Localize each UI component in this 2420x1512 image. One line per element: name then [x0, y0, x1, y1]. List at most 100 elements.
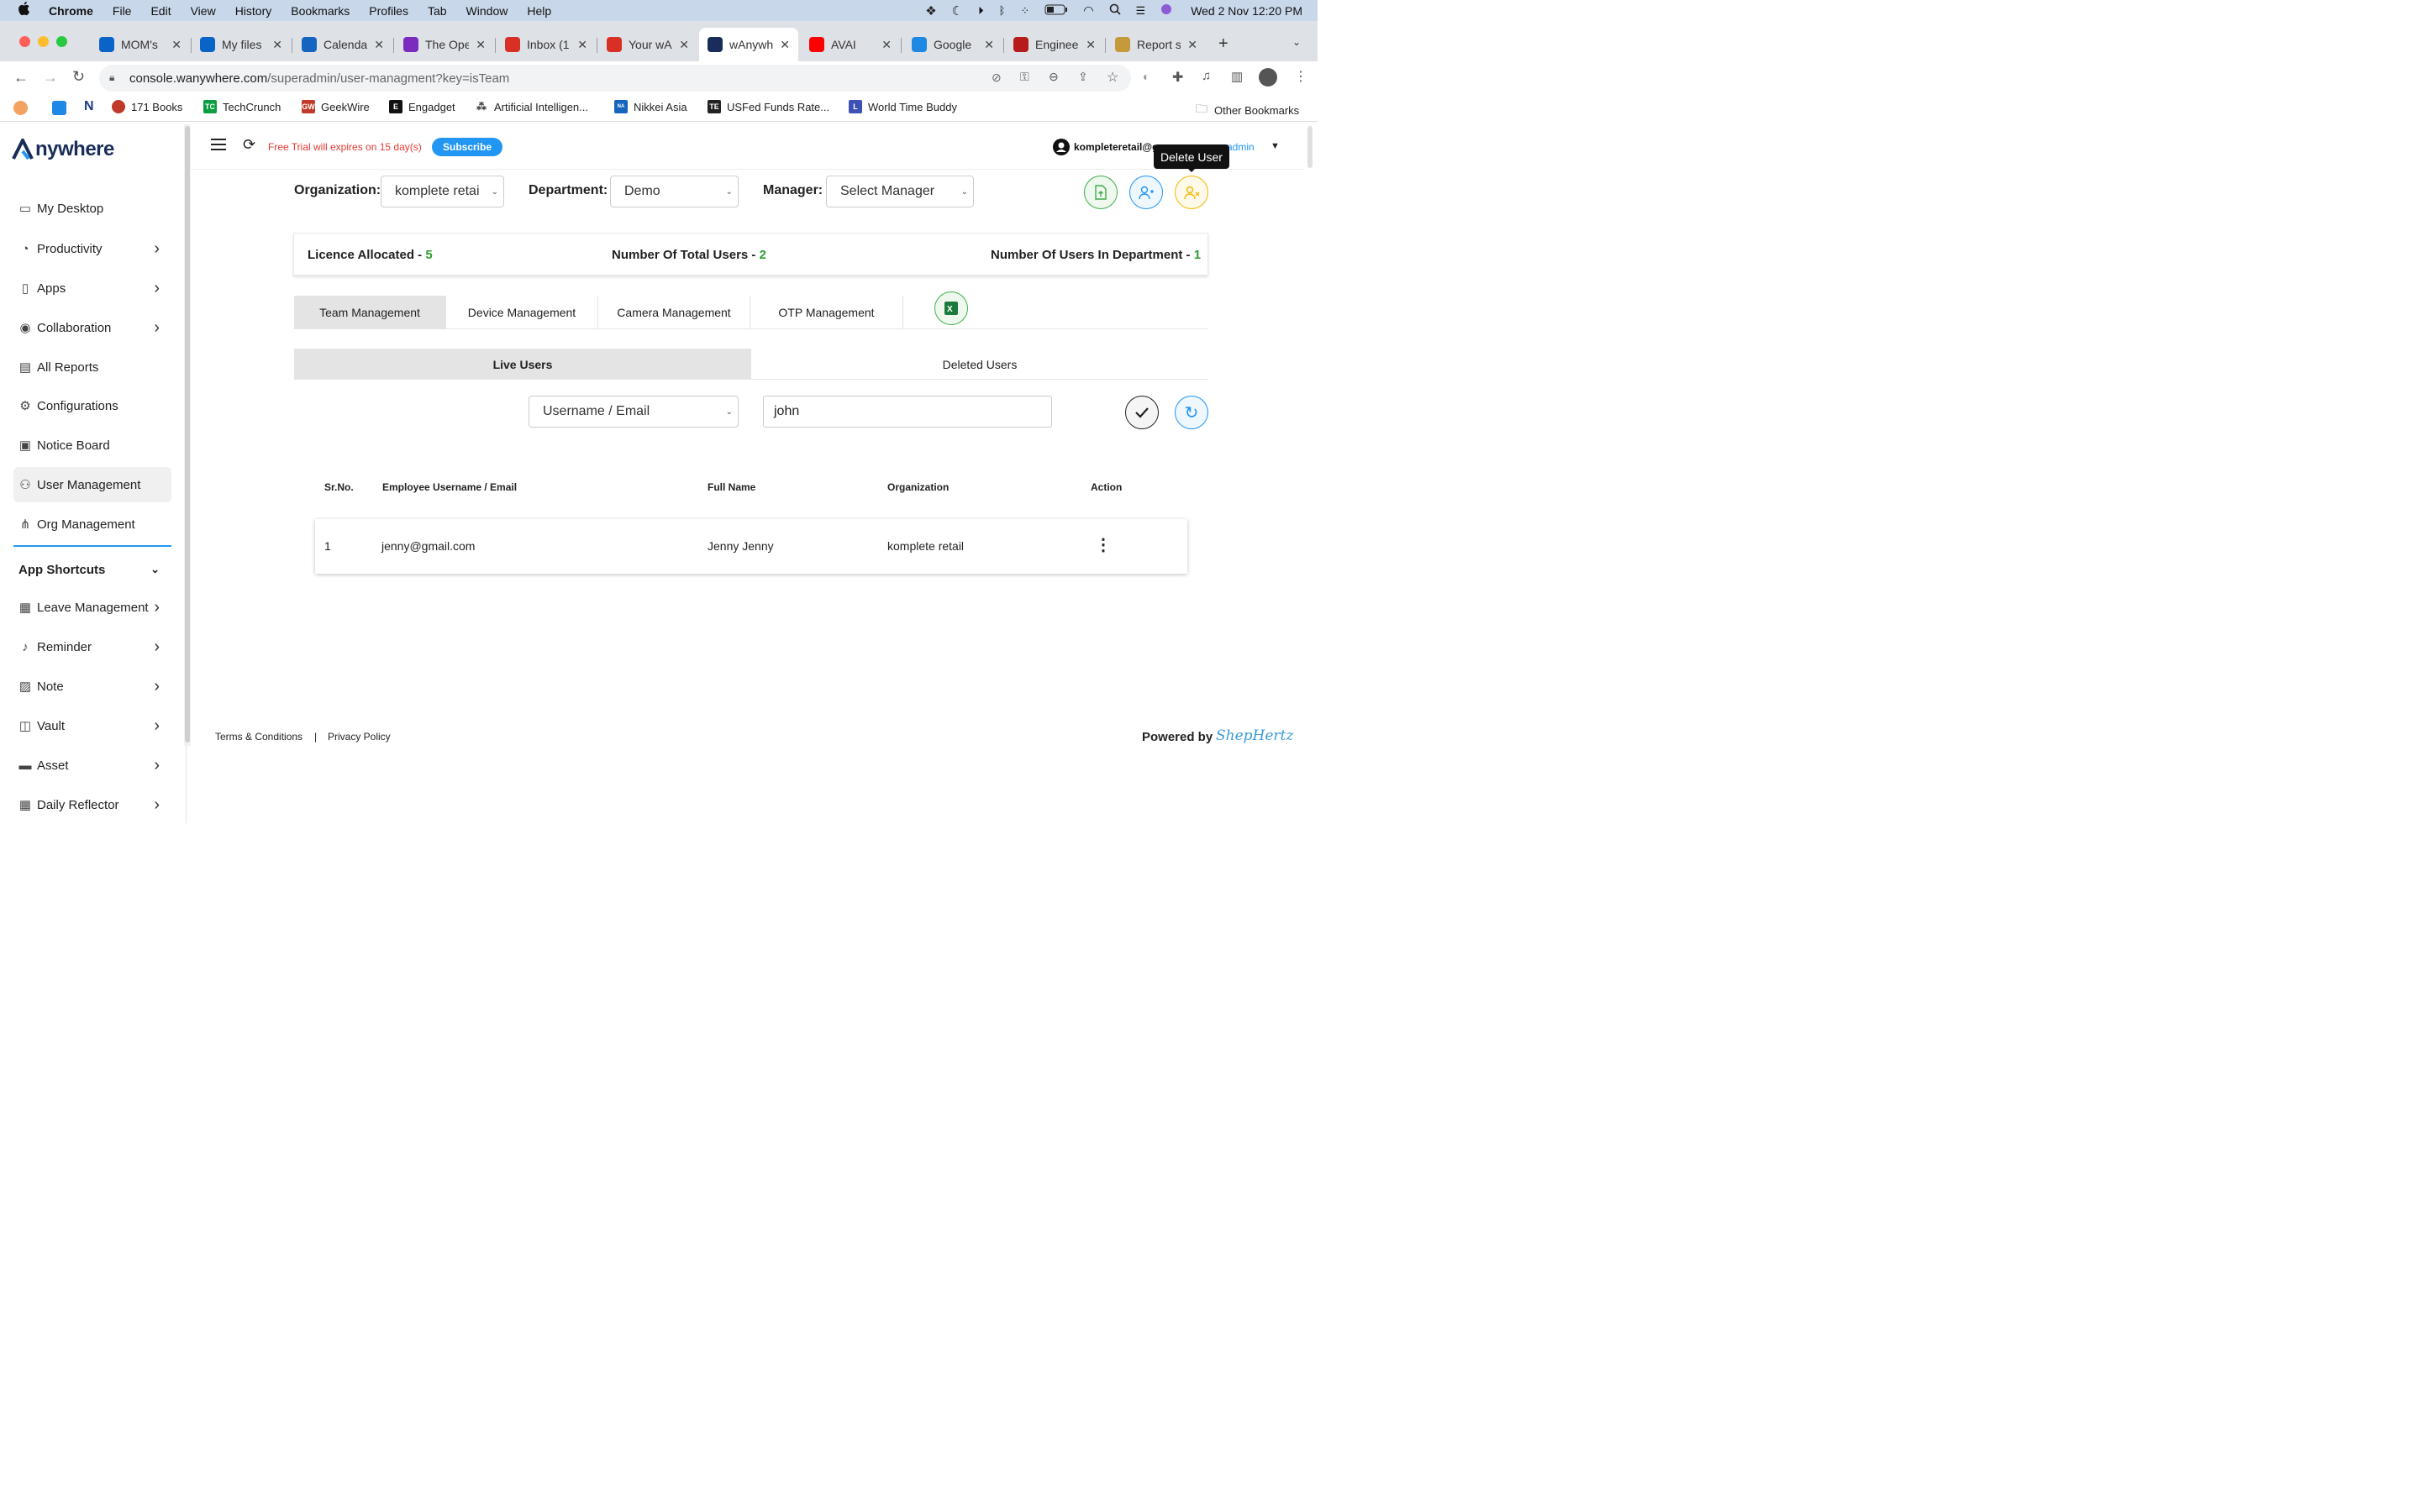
row-actions-kebab-icon[interactable]: ⋮ [1095, 534, 1112, 555]
lock-icon[interactable]: 🔒︎ [109, 71, 114, 84]
bookmark-icon-3[interactable]: N [84, 99, 94, 114]
shephertz-logo[interactable]: ShepHertz [1216, 727, 1293, 744]
bookmark-icon-1[interactable] [13, 101, 28, 115]
bookmark-worldtime[interactable]: L World Time Buddy [849, 100, 957, 113]
control-center-icon[interactable]: ☰ [1136, 4, 1146, 18]
puzzle-icon[interactable]: ✚ [1172, 69, 1183, 86]
close-tab-icon[interactable]: ✕ [881, 38, 892, 52]
browser-tab[interactable]: Google ✕ [903, 28, 1002, 61]
address-bar[interactable]: 🔒︎ console.wanywhere.com/superadmin/user… [99, 65, 1131, 92]
shortcut-item-reminder[interactable]: ♪ Reminder › [13, 629, 171, 664]
apply-search-button[interactable] [1125, 396, 1159, 429]
table-row[interactable]: 1 jenny@gmail.com Jenny Jenny komplete r… [315, 519, 1187, 574]
bookmark-techcrunch[interactable]: TC TechCrunch [203, 100, 281, 113]
privacy-link[interactable]: Privacy Policy [328, 731, 391, 743]
bookmark-171-books[interactable]: 171 Books [112, 100, 182, 113]
menu-app-name[interactable]: Chrome [49, 4, 93, 18]
moon-icon[interactable]: ☾ [952, 3, 963, 18]
chrome-menu-icon[interactable]: ⋮ [1294, 68, 1307, 85]
apple-icon[interactable] [17, 1, 30, 20]
shortcut-item-vault[interactable]: ◫ Vault › [13, 708, 171, 743]
user-role[interactable]: admin [1227, 141, 1255, 153]
blocked-icon[interactable]: ⊘ [992, 71, 1002, 85]
add-user-button[interactable] [1129, 176, 1163, 209]
reset-search-button[interactable]: ↻ [1175, 396, 1208, 429]
delete-user-button[interactable] [1175, 176, 1208, 209]
close-tab-icon[interactable]: ✕ [476, 38, 486, 52]
browser-tab[interactable]: Calendar ✕ [293, 28, 392, 61]
bookmark-nikkei[interactable]: NA Nikkei Asia [614, 100, 687, 113]
shortcut-item-leave-management[interactable]: ▦ Leave Management › [13, 590, 171, 625]
close-tab-icon[interactable]: ✕ [984, 38, 994, 52]
siri-icon[interactable] [1160, 3, 1172, 18]
subscribe-button[interactable]: Subscribe [432, 138, 503, 156]
browser-tab[interactable]: Enginee ✕ [1005, 28, 1104, 61]
sync-icon[interactable]: ⟳ [243, 136, 255, 154]
export-excel-button[interactable]: X [934, 291, 968, 325]
sidebar-item-productivity[interactable]: ◔ Productivity › [13, 231, 171, 266]
sidepanel-icon[interactable]: ▥ [1231, 69, 1243, 84]
user-email[interactable]: kompleteretail@g [1074, 141, 1158, 153]
search-icon[interactable] [1109, 3, 1121, 18]
window-maximize-button[interactable] [56, 36, 67, 47]
shortcut-item-asset[interactable]: ▬ Asset › [13, 748, 171, 783]
menu-window[interactable]: Window [466, 4, 508, 18]
user-dropdown-icon[interactable]: ▼ [1270, 141, 1280, 151]
bookmark-icon-2[interactable] [52, 101, 66, 115]
bluetooth-icon[interactable]: ᛒ [999, 4, 1006, 17]
menu-profiles[interactable]: Profiles [369, 4, 408, 18]
back-icon[interactable]: ← [13, 69, 29, 87]
organization-select[interactable]: komplete retai ⌄ [381, 176, 504, 207]
menu-edit[interactable]: Edit [150, 4, 171, 18]
profile-avatar[interactable] [1259, 68, 1277, 87]
menu-file[interactable]: File [113, 4, 132, 18]
user-avatar-icon[interactable] [1053, 139, 1070, 158]
brand-logo[interactable]: nywhere [12, 138, 114, 161]
wifi-icon[interactable]: ◠ [1083, 3, 1093, 18]
browser-tab[interactable]: Report s ✕ [1107, 28, 1206, 61]
browser-tab[interactable]: Inbox (1 ✕ [497, 28, 596, 61]
close-tab-icon[interactable]: ✕ [1187, 38, 1197, 52]
browser-tab[interactable]: MOM's ✕ [91, 28, 190, 61]
media-icon[interactable]: ♫ [1202, 69, 1211, 83]
browser-tab[interactable]: My files ✕ [192, 28, 291, 61]
browser-tab[interactable]: AVAI ✕ [801, 28, 900, 61]
close-tab-icon[interactable]: ✕ [780, 38, 790, 52]
shortcut-item-daily-reflector[interactable]: ▦ Daily Reflector › [13, 787, 171, 822]
tab-camera-management[interactable]: Camera Management [598, 296, 750, 329]
dropbox-icon[interactable]: ❖ [925, 3, 936, 18]
bookmark-usfed[interactable]: TE USFed Funds Rate... [708, 100, 829, 113]
sidebar-item-my-desktop[interactable]: ▭ My Desktop [13, 191, 171, 226]
battery-icon[interactable] [1044, 4, 1068, 18]
forward-icon[interactable]: → [43, 69, 58, 87]
menubar-clock[interactable]: Wed 2 Nov 12:20 PM [1191, 4, 1302, 18]
close-tab-icon[interactable]: ✕ [1086, 38, 1096, 52]
sidebar-item-apps[interactable]: ▯ Apps › [13, 270, 171, 306]
sidebar-item-user-management[interactable]: ⚇ User Management [13, 467, 171, 502]
tab-live-users[interactable]: Live Users [294, 349, 751, 380]
share-icon[interactable]: ⇪ [1078, 70, 1088, 84]
import-users-button[interactable] [1084, 176, 1118, 209]
sidebar-scrollbar-thumb[interactable] [185, 126, 190, 743]
menu-view[interactable]: View [191, 4, 216, 18]
department-select[interactable]: Demo ⌄ [610, 176, 739, 207]
menu-bookmarks[interactable]: Bookmarks [291, 4, 350, 18]
close-tab-icon[interactable]: ✕ [374, 38, 384, 52]
sidebar-item-all-reports[interactable]: ▤ All Reports [13, 349, 171, 385]
dots-icon[interactable]: ⁘ [1020, 4, 1029, 18]
sidebar-item-configurations[interactable]: ⚙ Configurations [13, 388, 171, 423]
menu-tab[interactable]: Tab [428, 4, 447, 18]
browser-tab[interactable]: wAnywh ✕ [699, 28, 798, 61]
terms-link[interactable]: Terms & Conditions [215, 731, 302, 743]
tab-team-management[interactable]: Team Management [294, 296, 446, 329]
search-field-select[interactable]: Username / Email ⌄ [529, 396, 739, 428]
close-tab-icon[interactable]: ✕ [171, 38, 182, 52]
window-minimize-button[interactable] [38, 36, 49, 47]
zoom-icon[interactable]: ⊖ [1049, 70, 1059, 84]
key-icon[interactable]: ⚿ [1020, 70, 1029, 84]
bookmark-star-icon[interactable]: ☆ [1107, 69, 1118, 86]
bookmark-geekwire[interactable]: GW GeekWire [302, 100, 370, 113]
browser-tab[interactable]: The Ope ✕ [395, 28, 494, 61]
other-bookmarks[interactable]: 🗀 Other Bookmarks [1196, 100, 1299, 120]
bookmark-engadget[interactable]: E Engadget [389, 100, 455, 113]
